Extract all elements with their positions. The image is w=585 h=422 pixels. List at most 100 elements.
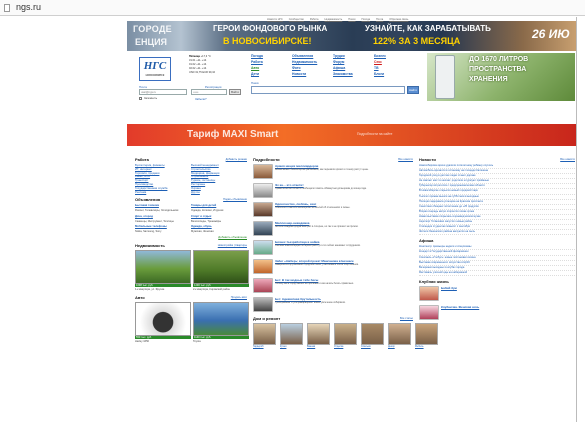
realty-title[interactable]: Недвижимость xyxy=(135,243,165,248)
news-item-link[interactable]: Жители Ленинского района жалуются на пыл… xyxy=(419,230,575,236)
afisha-title[interactable]: Афиша xyxy=(419,238,433,243)
search-button[interactable]: Найти xyxy=(407,86,419,94)
auto-caption-1: Harley 1650 xyxy=(135,339,149,343)
ads-more-link[interactable]: Подать объявление xyxy=(223,198,247,201)
weather-widget[interactable]: Пятница +17,3 °С 31.01 +11..+14 01.02 +1… xyxy=(189,55,247,75)
nav-link[interactable]: Работа xyxy=(251,60,292,64)
weather-temp: +17,3 °С xyxy=(200,55,211,58)
nav-link[interactable]: Объявления xyxy=(292,54,333,58)
browser-address-bar[interactable]: ngs.ru xyxy=(0,0,585,16)
club-item[interactable]: Клубничка. Женская ночь xyxy=(419,304,575,320)
news-title[interactable]: Новости xyxy=(419,157,436,162)
login-input[interactable] xyxy=(139,89,187,95)
club-title[interactable]: Клубная жизнь xyxy=(419,279,449,284)
remember-label: Запомнить xyxy=(144,96,158,100)
news-more-link[interactable]: Все новости xyxy=(560,158,575,161)
details-item[interactable]: Забег «Амбер»: второй проект Мансанова в… xyxy=(253,259,413,274)
ads-title[interactable]: Объявления xyxy=(135,197,160,202)
nav-link[interactable]: Трудки xyxy=(333,54,374,58)
details-body: Бег: В так модные тебе бесы Почему весь г… xyxy=(275,278,413,285)
top-link[interactable]: Работа xyxy=(310,18,319,23)
dom-item[interactable]: Спальня xyxy=(361,323,384,348)
ads-group-title[interactable]: Товары для детей xyxy=(191,204,247,208)
dom-item[interactable]: Гардероб xyxy=(253,323,276,348)
search-area: Поиск Найти xyxy=(251,81,419,95)
nav-link[interactable]: Блоги xyxy=(374,72,415,76)
dom-title[interactable]: Дом и ремонт xyxy=(253,316,280,321)
ngs-logo[interactable]: НГС НОВОСИБИРСК xyxy=(139,57,171,81)
password-input[interactable] xyxy=(191,89,227,95)
top-link[interactable]: Почта xyxy=(376,18,383,23)
top-links: Новости НГС Сообщество Работа Недвижимость П… xyxy=(267,18,567,23)
nav-link[interactable]: Форум xyxy=(333,60,374,64)
nav-link[interactable]: Дети xyxy=(251,72,292,76)
nav-link[interactable]: Фото xyxy=(292,66,333,70)
dom-item[interactable]: Отделка xyxy=(334,323,357,348)
work-category-link[interactable]: Другое xyxy=(191,190,247,195)
nav-link[interactable]: Знакомства xyxy=(333,72,374,76)
work-more-link[interactable]: Добавить резюме xyxy=(226,158,247,161)
auto-card-1[interactable]: 550 тыс. руб. Harley 1650 xyxy=(135,301,191,344)
details-more-link[interactable]: Все новости xyxy=(398,158,413,161)
forgot-link[interactable]: Забыли? xyxy=(195,97,207,101)
nav-link[interactable]: Недвижимость xyxy=(292,60,333,64)
realty-card-2[interactable]: 1290 тыс. руб. 2-к квартира, Кировский ра… xyxy=(193,250,249,292)
mts-ad-strip[interactable]: Тариф MAXI Smart Подробности на сайте xyxy=(127,124,576,146)
nav-link[interactable]: Авто xyxy=(251,66,292,70)
dom-item[interactable]: Мебель xyxy=(415,323,438,348)
club-item[interactable]: Бабий бум xyxy=(419,285,575,301)
details-body: Миллионер-невидимка Житель Академгородка … xyxy=(275,221,413,228)
search-input[interactable] xyxy=(251,86,405,94)
top-link[interactable]: Погода xyxy=(361,18,370,23)
details-item[interactable]: Миллионер-невидимка Житель Академгородка … xyxy=(253,221,413,236)
add-ad-link[interactable]: Добавить объявление xyxy=(135,235,247,240)
nav-link[interactable]: Бизнес xyxy=(374,54,415,58)
details-list: Армия нищих миллиардеров Бизнесмены Новос… xyxy=(253,164,413,312)
dom-item[interactable]: Кухня xyxy=(280,323,303,348)
ads-group-title[interactable]: Мобильные телефоны xyxy=(135,224,191,229)
nav-link[interactable]: Секс xyxy=(374,60,415,64)
auto-more-link[interactable]: Продать авто xyxy=(231,296,247,299)
top-link[interactable]: Недвижимость xyxy=(324,18,342,23)
work-title[interactable]: Работа xyxy=(135,157,149,162)
dom-more-link[interactable]: Все статьи xyxy=(400,317,413,320)
work-header: Работа Добавить резюме xyxy=(135,157,247,162)
details-item[interactable]: Эх ка… кто ответит Правительство области … xyxy=(253,183,413,198)
details-thumbnail xyxy=(253,183,273,198)
top-link[interactable]: Новости НГС xyxy=(267,18,283,23)
top-link[interactable]: Обратная связь xyxy=(389,18,408,23)
nav-link[interactable]: ТВ xyxy=(374,66,415,70)
details-item[interactable]: Бег: Адекватная брутальность Трейлраннинг… xyxy=(253,297,413,312)
dom-item[interactable]: Декор xyxy=(388,323,411,348)
details-item[interactable]: Одиночество, любовь, секс Психологи ответ… xyxy=(253,202,413,217)
nav-link[interactable]: Новости xyxy=(292,72,333,76)
url-text[interactable]: ngs.ru xyxy=(16,2,41,12)
nav-link[interactable]: Погода xyxy=(251,54,292,58)
dom-item[interactable]: Ванная xyxy=(307,323,330,348)
work-category-link[interactable]: Реклама xyxy=(135,190,191,195)
realty-card-1[interactable]: 1698 тыс. руб. 1-к квартира, ул. Фрунзе xyxy=(135,250,191,292)
afisha-item-link[interactable]: Фестиваль уличной еды на набережной xyxy=(419,271,575,276)
auto-title[interactable]: Авто xyxy=(135,295,145,300)
promo-ad[interactable]: ДО 1670 ЛИТРОВ ПРОСТРАНСТВА ХРАНЕНИЯ xyxy=(427,53,575,101)
auto-photo-2 xyxy=(193,301,249,336)
auto-card-2[interactable]: 1140 тыс. руб. Toyota xyxy=(193,301,249,344)
nav-link[interactable]: Афиша xyxy=(333,66,374,70)
realty-tabs[interactable]: Новостройки | Квартиры xyxy=(218,244,247,247)
ads-group-title[interactable]: Дача, огород xyxy=(135,214,191,219)
ads-group-title[interactable]: Одежда, обувь xyxy=(191,224,247,229)
details-item[interactable]: Бег: В так модные тебе бесы Почему весь г… xyxy=(253,278,413,293)
club-title-link[interactable]: Бабий бум xyxy=(441,286,575,290)
top-link[interactable]: Сообщество xyxy=(289,18,304,23)
remember-checkbox[interactable] xyxy=(139,97,142,100)
top-link[interactable]: Поиск xyxy=(348,18,355,23)
work-links-a: Бухгалтерия, финансы ИТ, интернет Торговля… xyxy=(135,163,191,195)
details-item[interactable]: Бизнес: Безработица в найма Сколько новос… xyxy=(253,240,413,255)
top-banner-ad[interactable]: ГОРОДЕ ЕНЦИЯ ГЕРОИ ФОНДОВОГО РЫНКА В НОВ… xyxy=(127,21,576,51)
login-button[interactable]: Войти xyxy=(229,89,241,95)
details-item[interactable]: Армия нищих миллиардеров Бизнесмены Новос… xyxy=(253,164,413,179)
ads-group-title[interactable]: Спорт и отдых xyxy=(191,214,247,219)
club-title-link[interactable]: Клубничка. Женская ночь xyxy=(441,305,575,309)
ads-group-title[interactable]: Бытовая техника xyxy=(135,204,191,208)
details-title: Подробности xyxy=(253,157,280,162)
